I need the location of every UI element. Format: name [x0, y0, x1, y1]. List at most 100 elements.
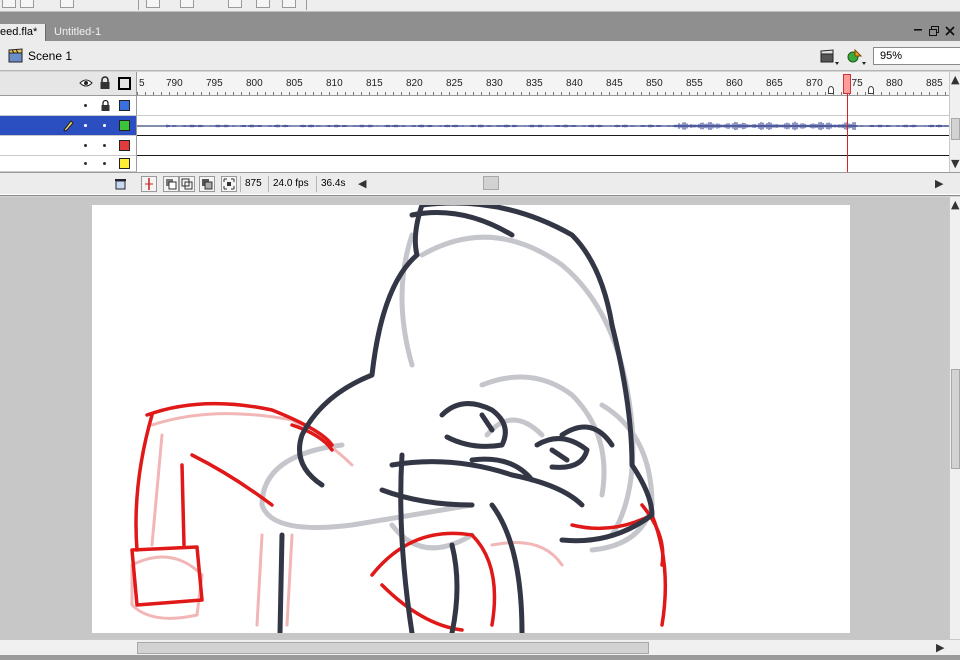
frames-row[interactable]: [137, 96, 949, 116]
edit-symbol-button[interactable]: [845, 46, 867, 66]
close-icon: [945, 26, 955, 36]
onion-skin-marker[interactable]: [868, 86, 874, 94]
toolbar-button[interactable]: [180, 0, 194, 8]
window-controls: [910, 22, 960, 41]
toolbar-button[interactable]: [2, 0, 16, 8]
lock-dot[interactable]: [103, 124, 106, 127]
restore-button[interactable]: [928, 25, 940, 37]
frame-tick: [841, 92, 842, 95]
scroll-down-arrow[interactable]: ▼: [951, 158, 959, 169]
frame-tick-label: 825: [446, 78, 463, 89]
frame-tick: [577, 92, 578, 95]
scroll-right-arrow[interactable]: ▶: [935, 178, 943, 189]
lock-dot[interactable]: [103, 162, 106, 165]
layer-color-swatch[interactable]: [119, 140, 130, 151]
frame-tick: [881, 92, 882, 95]
playhead[interactable]: [843, 74, 851, 94]
toolbar-button[interactable]: [228, 0, 242, 8]
layer-row[interactable]: [0, 156, 137, 172]
layer-row[interactable]: [0, 136, 137, 156]
zoom-select[interactable]: 95%: [873, 47, 960, 65]
trash-icon[interactable]: [114, 177, 127, 190]
layer-row[interactable]: [0, 96, 137, 116]
scroll-up-arrow[interactable]: ▲: [951, 199, 959, 210]
visibility-dot[interactable]: [84, 124, 87, 127]
tab-untitled-document[interactable]: Untitled-1: [46, 24, 116, 41]
minimize-button[interactable]: [912, 25, 924, 37]
outline-icon[interactable]: [118, 77, 131, 90]
frame-tick: [409, 92, 410, 95]
frame-tick: [169, 92, 170, 95]
scroll-right-arrow[interactable]: ▶: [936, 642, 944, 653]
frame-tick: [345, 92, 346, 95]
layer-row-selected[interactable]: [0, 116, 137, 136]
frame-tick: [441, 92, 442, 95]
onion-skin-outlines-button[interactable]: [179, 176, 195, 192]
layer-color-swatch[interactable]: [119, 100, 130, 111]
scroll-up-arrow[interactable]: ▲: [951, 74, 959, 85]
frame-tick: [433, 92, 434, 95]
frame-tick: [929, 92, 930, 95]
frame-tick-label: 815: [366, 78, 383, 89]
frame-tick: [209, 92, 210, 95]
frame-tick: [273, 92, 274, 95]
scroll-thumb[interactable]: [137, 642, 649, 654]
elapsed-time-field: 36.4s: [316, 176, 349, 192]
frame-ruler[interactable]: 5 790 795 800 805 810 815 820 825 830 835 840 845 850…: [137, 72, 949, 96]
frame-tick-label: 830: [486, 78, 503, 89]
toolbar-button[interactable]: [60, 0, 74, 8]
toolbar-button[interactable]: [282, 0, 296, 8]
onion-skin-marker[interactable]: [828, 86, 834, 94]
toolbar-button[interactable]: [20, 0, 34, 8]
frame-tick: [665, 92, 666, 95]
stage-canvas[interactable]: [92, 205, 850, 633]
visibility-dot[interactable]: [84, 104, 87, 107]
layer-color-swatch[interactable]: [119, 120, 130, 131]
edit-multiple-frames-button[interactable]: [199, 176, 215, 192]
toolbar-button[interactable]: [146, 0, 160, 8]
frame-tick: [385, 92, 386, 95]
panel-divider: [0, 12, 960, 22]
onion-skin-button[interactable]: [163, 176, 179, 192]
frame-tick: [937, 92, 938, 95]
frames-row-audio[interactable]: [137, 116, 949, 136]
frame-tick: [729, 92, 730, 95]
lock-dot[interactable]: [103, 144, 106, 147]
scroll-thumb[interactable]: [951, 369, 960, 469]
frame-tick: [265, 92, 266, 95]
frame-tick-label: 850: [646, 78, 663, 89]
scroll-left-arrow[interactable]: ◀: [358, 178, 366, 189]
timeline-vertical-scrollbar[interactable]: ▲ ▼: [949, 72, 960, 172]
frame-tick: [601, 92, 602, 95]
frame-tick: [513, 92, 514, 95]
frame-tick-label: 840: [566, 78, 583, 89]
scene-label: Scene 1: [28, 49, 73, 63]
frame-tick: [217, 92, 218, 95]
stage-vertical-scrollbar[interactable]: ▲: [949, 197, 960, 639]
frame-tick: [737, 92, 738, 95]
frame-tick: [145, 92, 146, 95]
frame-tick: [545, 92, 546, 95]
layer-color-swatch[interactable]: [119, 158, 130, 169]
modify-onion-markers-button[interactable]: [221, 176, 237, 192]
lock-icon[interactable]: [100, 99, 111, 112]
frame-rate-field[interactable]: 24.0 fps: [268, 176, 313, 192]
stage-horizontal-scrollbar[interactable]: ▶: [0, 639, 960, 655]
close-button[interactable]: [944, 25, 956, 37]
frame-tick: [281, 92, 282, 95]
frame-tick: [497, 92, 498, 95]
toolbar-button[interactable]: [256, 0, 270, 8]
eye-icon[interactable]: [79, 78, 93, 88]
frames-row[interactable]: [137, 156, 949, 172]
frame-tick: [353, 92, 354, 95]
symbol-icon: [847, 48, 866, 65]
center-frame-button[interactable]: [141, 176, 157, 192]
timeline-horizontal-scroll-thumb[interactable]: [483, 176, 499, 190]
edit-scene-button[interactable]: [818, 46, 840, 66]
visibility-dot[interactable]: [84, 162, 87, 165]
lock-icon[interactable]: [99, 76, 111, 90]
visibility-dot[interactable]: [84, 144, 87, 147]
frames-row[interactable]: [137, 136, 949, 156]
scroll-thumb[interactable]: [951, 118, 960, 140]
tab-active-document[interactable]: eed.fla*: [0, 24, 46, 41]
